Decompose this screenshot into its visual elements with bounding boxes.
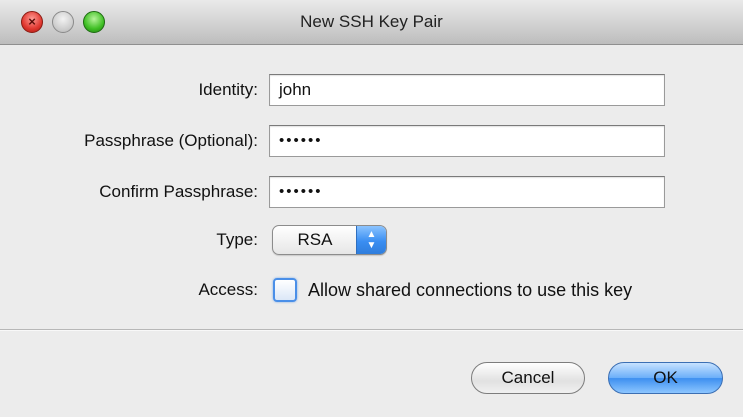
updown-arrows-icon: ▲ ▼: [356, 226, 386, 254]
type-label: Type:: [216, 230, 258, 249]
cancel-button[interactable]: Cancel: [471, 362, 585, 394]
identity-field[interactable]: john: [269, 74, 665, 106]
title-bar[interactable]: × New SSH Key Pair: [0, 0, 743, 45]
confirm-passphrase-label: Confirm Passphrase:: [99, 182, 258, 201]
ok-button[interactable]: OK: [608, 362, 723, 394]
key-type-select[interactable]: RSA ▲ ▼: [272, 225, 387, 255]
access-label: Access:: [198, 280, 258, 299]
confirm-passphrase-field[interactable]: ••••••: [269, 176, 665, 208]
identity-label: Identity:: [198, 80, 258, 99]
passphrase-label: Passphrase (Optional):: [84, 131, 258, 150]
divider: [0, 329, 743, 331]
dialog-window: × New SSH Key Pair Identity: john Passph…: [0, 0, 743, 417]
key-type-value: RSA: [297, 230, 333, 249]
allow-shared-connections-checkbox[interactable]: [273, 278, 297, 302]
window-title: New SSH Key Pair: [300, 12, 443, 31]
passphrase-field[interactable]: ••••••: [269, 125, 665, 157]
allow-shared-connections-label[interactable]: Allow shared connections to use this key: [308, 275, 632, 305]
